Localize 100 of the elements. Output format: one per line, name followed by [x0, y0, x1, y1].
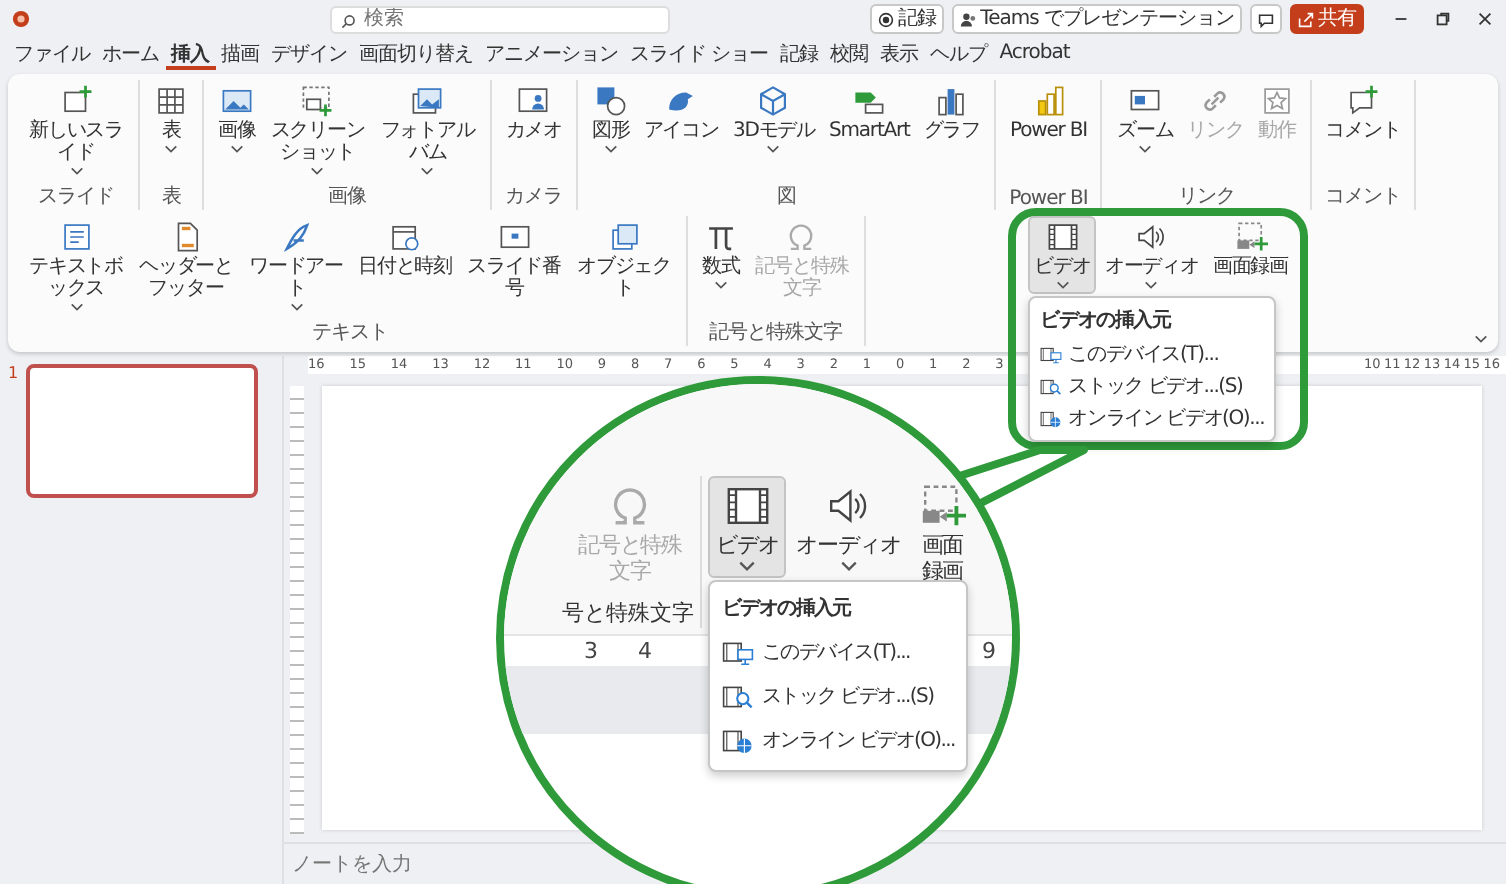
ribbon-button[interactable]: 数式 [696, 216, 746, 294]
ribbon-tab[interactable]: 記録 [774, 40, 825, 70]
comment-icon [1346, 84, 1380, 118]
ribbon-button[interactable]: 表 [148, 80, 194, 158]
group-label: リンク [1175, 184, 1237, 210]
group-label: テキスト [310, 320, 390, 346]
ribbon-tab[interactable]: 表示 [874, 40, 925, 70]
caret-icon [69, 166, 83, 176]
speaker-icon [1134, 220, 1169, 254]
ribbon-button[interactable]: スクリーンショット [263, 80, 372, 180]
text-box-icon [59, 220, 93, 254]
ribbon-tab[interactable]: Acrobat [993, 40, 1076, 70]
ribbon-button[interactable]: カメオ [499, 80, 569, 146]
ribbon-button[interactable]: 3Dモデル [726, 80, 822, 158]
share-button[interactable]: 共有 [1290, 4, 1364, 34]
ribbon-button[interactable]: スライド番号 [460, 216, 569, 304]
search-field[interactable]: 検索 [330, 5, 670, 33]
film-globe-icon [1040, 409, 1063, 427]
ribbon-button[interactable]: ワードアート [242, 216, 350, 316]
ribbon-button[interactable]: 日付と時刻 [352, 216, 459, 282]
ribbon-button[interactable]: 図形 [586, 80, 636, 158]
ribbon-tab[interactable]: 画面切り替え [353, 40, 479, 70]
ribbon-button[interactable]: SmartArt [823, 80, 916, 146]
new-slide-icon [59, 84, 93, 118]
ribbon-tab[interactable]: ホーム [96, 40, 165, 70]
caret-icon [69, 302, 83, 312]
ribbon-button[interactable]: グラフ [917, 80, 987, 146]
ribbon-button[interactable]: フォトアルバム [373, 80, 482, 180]
share-icon [1298, 11, 1314, 27]
bar-chart-icon [934, 84, 969, 118]
restore-icon[interactable] [1434, 10, 1452, 28]
slide-thumbnail[interactable] [26, 364, 258, 498]
group-label: カメラ [503, 184, 565, 210]
caret-icon [1055, 280, 1070, 290]
ribbon-button[interactable]: コメント [1319, 80, 1407, 146]
ribbon-tab[interactable]: デザイン [265, 40, 353, 70]
group-label: 表 [159, 183, 183, 210]
caret-icon [164, 144, 178, 154]
ribbon-button[interactable]: Power BI [1004, 80, 1093, 146]
menu-item[interactable]: ストック ビデオ...(S) [1030, 370, 1275, 402]
calendar-icon [388, 220, 422, 254]
ribbon-button[interactable]: ヘッダーとフッター [132, 216, 240, 304]
cameo-icon [516, 84, 551, 118]
photo-album-icon [410, 84, 445, 118]
group-label: Power BI [1007, 186, 1090, 210]
ribbon-button[interactable]: 新しいスライド [22, 80, 130, 180]
ribbon-button[interactable]: 画面録画 [1206, 216, 1294, 282]
caret-icon [713, 280, 728, 290]
notes-field[interactable]: ノートを入力 [292, 853, 452, 875]
caret-icon [1144, 280, 1159, 290]
ribbon-button[interactable]: オーディオ [788, 476, 909, 578]
caret-icon [603, 144, 618, 154]
film-monitor-icon [722, 639, 754, 665]
ribbon-button[interactable]: テキストボックス [22, 216, 130, 316]
ribbon-button[interactable]: オブジェクト [570, 216, 679, 304]
caret-icon [766, 144, 781, 154]
menu-item[interactable]: オンライン ビデオ(O)... [1030, 402, 1275, 434]
group-label: 画像 [325, 184, 368, 210]
film-icon [1045, 220, 1080, 254]
ribbon-tab[interactable]: 挿入 [165, 40, 215, 70]
ribbon-button[interactable]: オーディオ [1098, 216, 1205, 294]
ribbon-tab[interactable]: スライド ショー [624, 40, 775, 70]
present-button[interactable]: Teams でプレゼンテーション [952, 4, 1242, 34]
ribbon-button[interactable]: ズーム [1110, 80, 1180, 158]
ribbon-button[interactable]: 画像 [212, 80, 262, 158]
film-search-icon [722, 683, 754, 709]
ribbon-button[interactable]: アイコン [637, 80, 725, 146]
ruler-mark: 9 [982, 638, 996, 664]
group-label: コメント [1323, 184, 1403, 210]
record-button[interactable]: 記録 [870, 4, 945, 34]
collapse-ribbon-icon[interactable] [1474, 334, 1488, 344]
film-search-icon [1040, 377, 1063, 395]
menu-item[interactable]: ストック ビデオ...(S) [710, 674, 967, 718]
screen-recording-icon [918, 482, 967, 530]
comment-icon [1258, 11, 1274, 27]
screenshot-icon [300, 84, 335, 118]
group-label: スライド [36, 184, 116, 210]
cube-icon [756, 84, 791, 118]
ribbon-tab[interactable]: アニメーション [479, 40, 624, 70]
comments-button[interactable] [1250, 4, 1282, 34]
ribbon-tab[interactable]: ヘルプ [924, 40, 994, 70]
menu-item[interactable]: オンライン ビデオ(O)... [710, 718, 967, 762]
ribbon-button[interactable]: ビデオ [708, 476, 787, 578]
close-icon[interactable] [1476, 10, 1494, 28]
ribbon-tab[interactable]: ファイル [8, 40, 96, 70]
menu-item[interactable]: このデバイス(T)... [1030, 338, 1275, 370]
caret-icon [1138, 144, 1153, 154]
menu-item[interactable]: このデバイス(T)... [710, 630, 967, 674]
ribbon-tab[interactable]: 校閲 [824, 40, 875, 70]
group-label: 号と特殊文字 [562, 598, 694, 628]
menu-title: ビデオの挿入元 [720, 595, 854, 624]
image-icon [219, 84, 254, 118]
ribbon-tab[interactable]: 描画 [215, 40, 265, 70]
pen-stroke-icon [279, 220, 313, 254]
slide-icon [497, 220, 532, 254]
record-icon [878, 11, 895, 27]
group-label: 記号と特殊文字 [707, 319, 845, 346]
ruler-mark: 4 [638, 638, 652, 664]
ribbon-button[interactable]: ビデオ [1028, 216, 1097, 294]
caret-icon [229, 144, 244, 154]
